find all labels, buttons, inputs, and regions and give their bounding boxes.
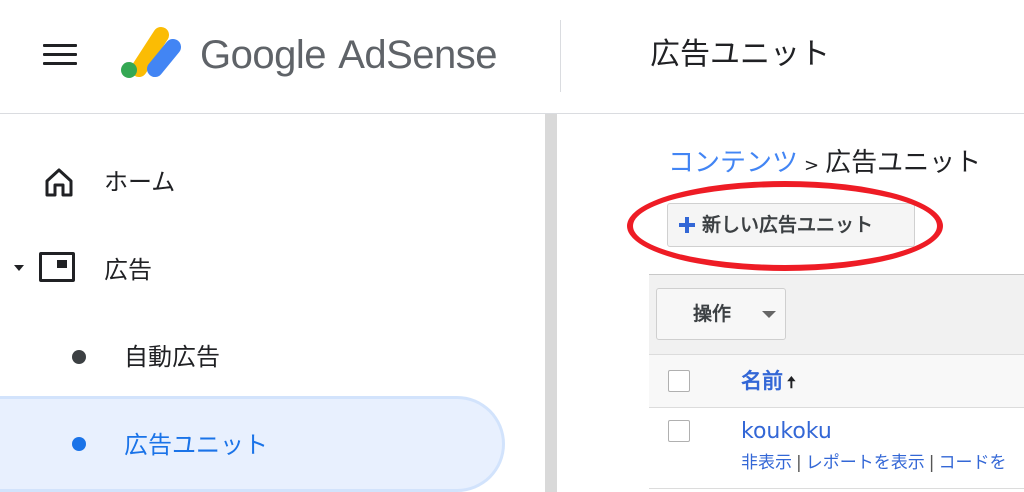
brand-google: Google xyxy=(200,33,326,77)
hamburger-menu-icon[interactable] xyxy=(43,44,77,66)
header-divider xyxy=(560,20,561,92)
page-title: 広告ユニット xyxy=(650,37,830,72)
get-code-link[interactable]: コードを xyxy=(938,453,1006,473)
sidebar-item-home[interactable]: ホーム xyxy=(0,152,540,212)
app-header: Google AdSense 広告ユニット xyxy=(0,0,1024,114)
select-all-checkbox[interactable] xyxy=(668,370,690,392)
name-column-header[interactable]: 名前 🠅 xyxy=(741,365,796,399)
operations-label: 操作 xyxy=(693,303,732,325)
row-divider xyxy=(649,488,1024,489)
caret-down-icon[interactable] xyxy=(14,265,24,271)
sidebar-item-auto-ads[interactable]: 自動広告 xyxy=(0,327,540,387)
view-report-link[interactable]: レポートを表示 xyxy=(806,453,925,473)
breadcrumb-separator: > xyxy=(804,155,820,176)
bullet-dot-icon xyxy=(72,437,86,451)
breadcrumb-parent-link[interactable]: コンテンツ xyxy=(668,148,798,178)
ad-unit-name-link[interactable]: koukoku xyxy=(741,416,832,448)
operations-dropdown[interactable]: 操作 xyxy=(656,288,786,340)
sort-ascending-icon: 🠅 xyxy=(787,373,796,392)
sidebar-item-ads[interactable]: 広告 xyxy=(0,240,540,300)
new-ad-unit-label: 新しい広告ユニット xyxy=(702,214,874,236)
adsense-logo-icon xyxy=(121,27,181,78)
row-checkbox[interactable] xyxy=(668,420,690,442)
breadcrumb: コンテンツ > 広告ユニット xyxy=(668,143,981,183)
home-icon xyxy=(45,168,73,197)
hide-link[interactable]: 非表示 xyxy=(741,453,792,473)
sidebar-scrollbar[interactable] xyxy=(545,114,557,492)
action-separator: | xyxy=(796,453,802,473)
sidebar-item-label: 広告 xyxy=(104,256,152,284)
brand-product: AdSense xyxy=(338,33,498,77)
brand-name: Google AdSense xyxy=(200,30,498,80)
dropdown-arrow-icon xyxy=(762,311,776,318)
action-separator: | xyxy=(928,453,935,473)
sidebar-item-label: ホーム xyxy=(104,168,176,196)
sidebar-item-ad-units[interactable]: 広告ユニット xyxy=(0,396,505,492)
row-actions: 非表示 | レポートを表示 | コードを xyxy=(741,450,1006,476)
breadcrumb-current: 広告ユニット xyxy=(825,148,982,178)
sidebar-item-label: 広告ユニット xyxy=(124,431,268,459)
name-column-label: 名前 xyxy=(741,369,783,393)
table-header-row xyxy=(649,354,1024,408)
new-ad-unit-button[interactable]: 新しい広告ユニット xyxy=(667,203,915,247)
bullet-dot-icon xyxy=(72,350,86,364)
plus-icon xyxy=(679,217,695,233)
ads-icon xyxy=(39,252,75,282)
sidebar-item-label: 自動広告 xyxy=(124,343,220,371)
